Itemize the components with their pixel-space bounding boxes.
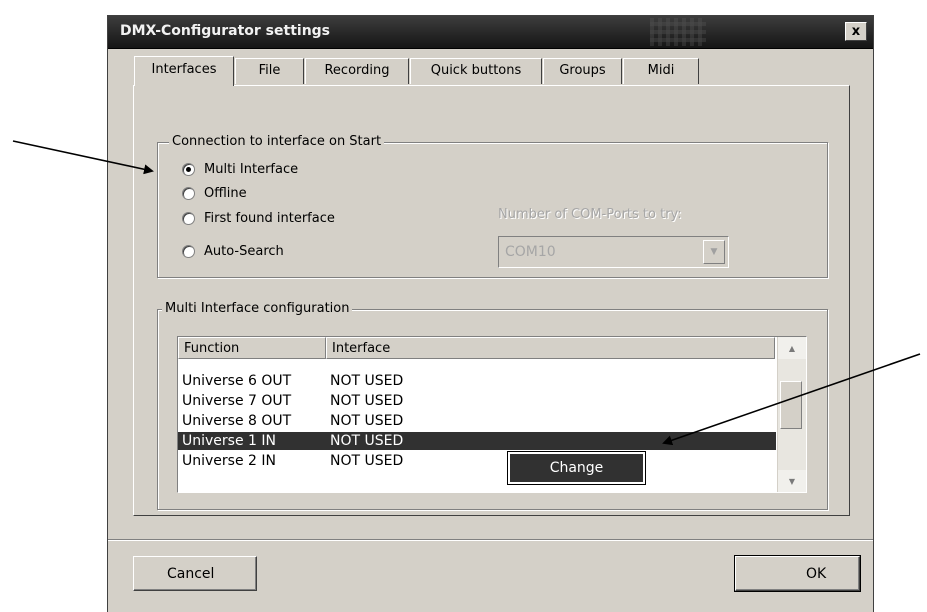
multi-interface-group-label: Multi Interface configuration [162,301,353,316]
radio-label: First found interface [204,211,335,226]
connection-group-label: Connection to interface on Start [169,134,385,149]
dropdown-arrow-icon: ▼ [703,240,725,264]
window-title: DMX-Configurator settings [120,23,331,39]
radio-first-found-interface[interactable]: First found interface [182,211,335,226]
close-button[interactable]: x [845,22,867,41]
ok-button[interactable]: OK [734,555,861,592]
dialog-separator [108,539,873,541]
title-bar[interactable]: DMX-Configurator settings x [108,16,873,49]
table-row[interactable]: Universe 7 OUT NOT USED [178,392,776,410]
radio-label: Auto-Search [204,244,284,259]
table-row-selected[interactable]: Universe 1 IN NOT USED [178,432,776,450]
interface-cell: NOT USED [330,413,404,429]
scroll-thumb[interactable] [780,381,802,429]
change-button[interactable]: Change [507,451,646,485]
list-header: Function Interface [178,337,776,359]
tab-file[interactable]: File [235,58,304,84]
title-bar-pattern [650,18,706,46]
tab-recording[interactable]: Recording [305,58,409,84]
table-row[interactable]: Universe 8 OUT NOT USED [178,412,776,430]
interface-cell: NOT USED [330,453,404,469]
function-cell: Universe 2 IN [182,453,276,469]
radio-button-icon [182,245,195,258]
function-cell: Universe 7 OUT [182,393,292,409]
tab-interfaces[interactable]: Interfaces [134,56,234,86]
tab-groups[interactable]: Groups [543,58,622,84]
close-icon: x [851,24,861,39]
function-cell: Universe 6 OUT [182,373,292,389]
cancel-button[interactable]: Cancel [133,556,257,591]
com-ports-value: COM10 [505,244,556,260]
tab-quick-buttons[interactable]: Quick buttons [410,58,542,84]
table-row[interactable]: Universe 6 OUT NOT USED [178,372,776,390]
radio-multi-interface[interactable]: Multi Interface [182,162,298,177]
com-ports-select: COM10 ▼ [498,236,729,268]
interface-cell: NOT USED [330,393,404,409]
scroll-down-icon[interactable]: ▼ [778,470,806,492]
radio-auto-search[interactable]: Auto-Search [182,244,284,259]
column-header-function[interactable]: Function [178,337,326,359]
vertical-scrollbar[interactable]: ▲ ▼ [777,337,806,492]
radio-button-icon [182,187,195,200]
interface-cell: NOT USED [330,433,404,449]
radio-button-icon [182,212,195,225]
com-ports-label: Number of COM-Ports to try: [498,207,682,222]
radio-offline[interactable]: Offline [182,186,247,201]
function-cell: Universe 1 IN [182,433,276,449]
scroll-up-icon[interactable]: ▲ [778,337,806,359]
table-row[interactable]: Universe 2 IN NOT USED [178,452,776,470]
radio-label: Multi Interface [204,162,299,177]
function-cell: Universe 8 OUT [182,413,292,429]
column-header-interface[interactable]: Interface [326,337,775,359]
tab-midi[interactable]: Midi [623,58,699,84]
radio-label: Offline [204,186,247,201]
radio-button-icon [182,163,195,176]
multi-interface-list[interactable]: Function Interface Universe 6 OUT NOT US… [177,336,807,493]
interface-cell: NOT USED [330,373,404,389]
